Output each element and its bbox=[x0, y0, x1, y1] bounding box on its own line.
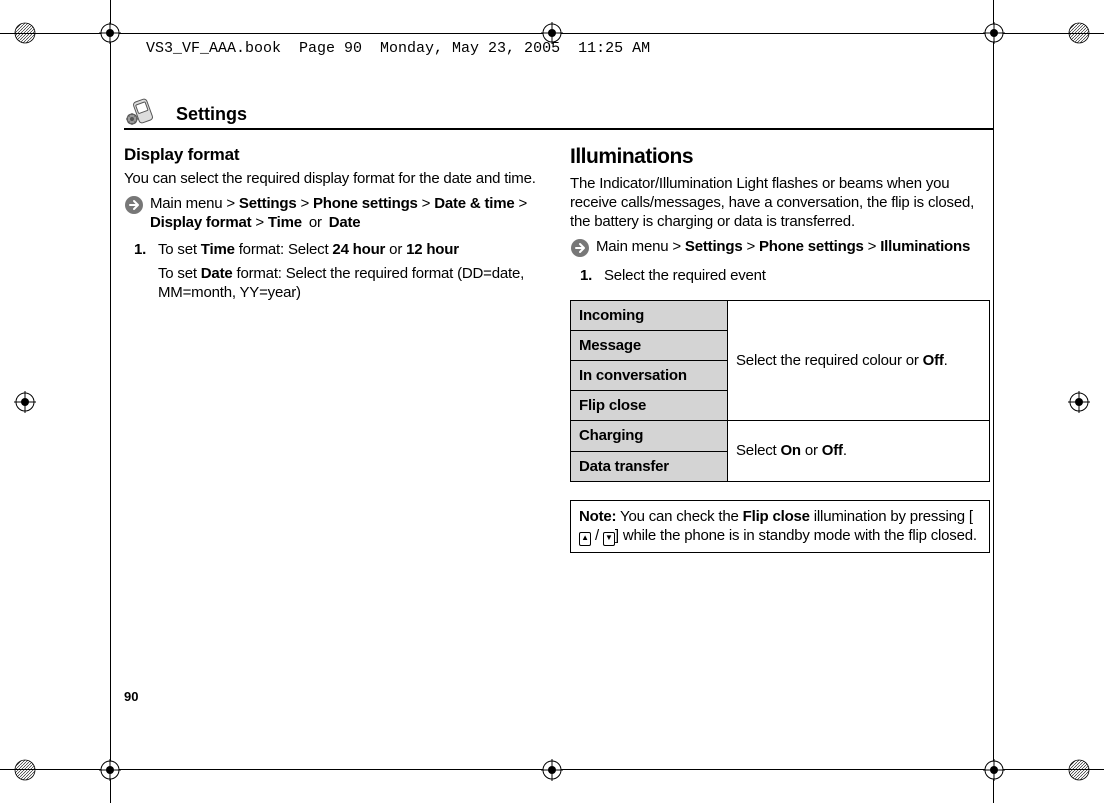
registration-mark-icon bbox=[1068, 759, 1090, 781]
section-header: Settings bbox=[124, 97, 994, 130]
note-box: Note: You can check the Flip close illum… bbox=[570, 500, 990, 553]
nav-seg: Settings bbox=[239, 195, 297, 212]
table-row: Charging Select On or Off. bbox=[571, 421, 990, 451]
step-line: Select the required event bbox=[604, 266, 990, 285]
up-key-icon: ▲ bbox=[579, 532, 591, 546]
nav-seg: Time bbox=[268, 214, 302, 231]
table-row: Incoming Select the required colour or O… bbox=[571, 300, 990, 330]
step-number: 1. bbox=[580, 266, 604, 289]
nav-seg: Phone settings bbox=[759, 238, 864, 255]
display-format-heading: Display format bbox=[124, 144, 544, 166]
right-column: Illuminations The Indicator/Illumination… bbox=[570, 144, 990, 553]
nav-seg: Main menu bbox=[596, 238, 668, 255]
table-header-cell: Flip close bbox=[571, 391, 728, 421]
nav-seg: Phone settings bbox=[313, 195, 418, 212]
nav-arrow-icon bbox=[124, 195, 144, 215]
table-cell: Select the required colour or Off. bbox=[728, 300, 990, 421]
nav-arrow-icon bbox=[570, 238, 590, 258]
illuminations-intro: The Indicator/Illumination Light flashes… bbox=[570, 174, 990, 232]
step-line: To set Date format: Select the required … bbox=[158, 264, 544, 302]
nav-seg: Settings bbox=[685, 238, 743, 255]
down-key-icon: ▼ bbox=[603, 532, 615, 546]
nav-seg: Date bbox=[329, 214, 361, 231]
nav-seg: Main menu bbox=[150, 195, 222, 212]
table-header-cell: Message bbox=[571, 330, 728, 360]
table-cell: Select On or Off. bbox=[728, 421, 990, 481]
section-title: Settings bbox=[176, 104, 247, 125]
table-header-cell: Charging bbox=[571, 421, 728, 451]
step-line: To set Time format: Select 24 hour or 12… bbox=[158, 240, 544, 259]
nav-seg: Display format bbox=[150, 214, 251, 231]
nav-path-display-format: Main menu > Settings > Phone settings > … bbox=[124, 194, 544, 232]
table-header-cell: Incoming bbox=[571, 300, 728, 330]
crop-target-icon bbox=[14, 391, 36, 413]
nav-seg: Illuminations bbox=[880, 238, 970, 255]
illuminations-heading: Illuminations bbox=[570, 144, 990, 171]
left-column: Display format You can select the requir… bbox=[124, 144, 544, 553]
print-header: VS3_VF_AAA.book Page 90 Monday, May 23, … bbox=[108, 20, 994, 67]
table-header-cell: Data transfer bbox=[571, 451, 728, 481]
page-number: 90 bbox=[124, 689, 138, 704]
table-header-cell: In conversation bbox=[571, 361, 728, 391]
phone-settings-icon bbox=[124, 97, 164, 125]
page-body: VS3_VF_AAA.book Page 90 Monday, May 23, … bbox=[108, 20, 994, 780]
step-1: 1. Select the required event bbox=[580, 266, 990, 289]
nav-path-illuminations: Main menu > Settings > Phone settings > … bbox=[570, 237, 990, 258]
display-format-intro: You can select the required display form… bbox=[124, 169, 544, 188]
registration-mark-icon bbox=[14, 759, 36, 781]
illuminations-table: Incoming Select the required colour or O… bbox=[570, 300, 990, 482]
nav-or: or bbox=[306, 214, 325, 231]
note-label: Note: bbox=[579, 508, 616, 525]
nav-seg: Date & time bbox=[434, 195, 514, 212]
step-1: 1. To set Time format: Select 24 hour or… bbox=[134, 240, 544, 306]
crop-target-icon bbox=[1068, 391, 1090, 413]
step-number: 1. bbox=[134, 240, 158, 306]
